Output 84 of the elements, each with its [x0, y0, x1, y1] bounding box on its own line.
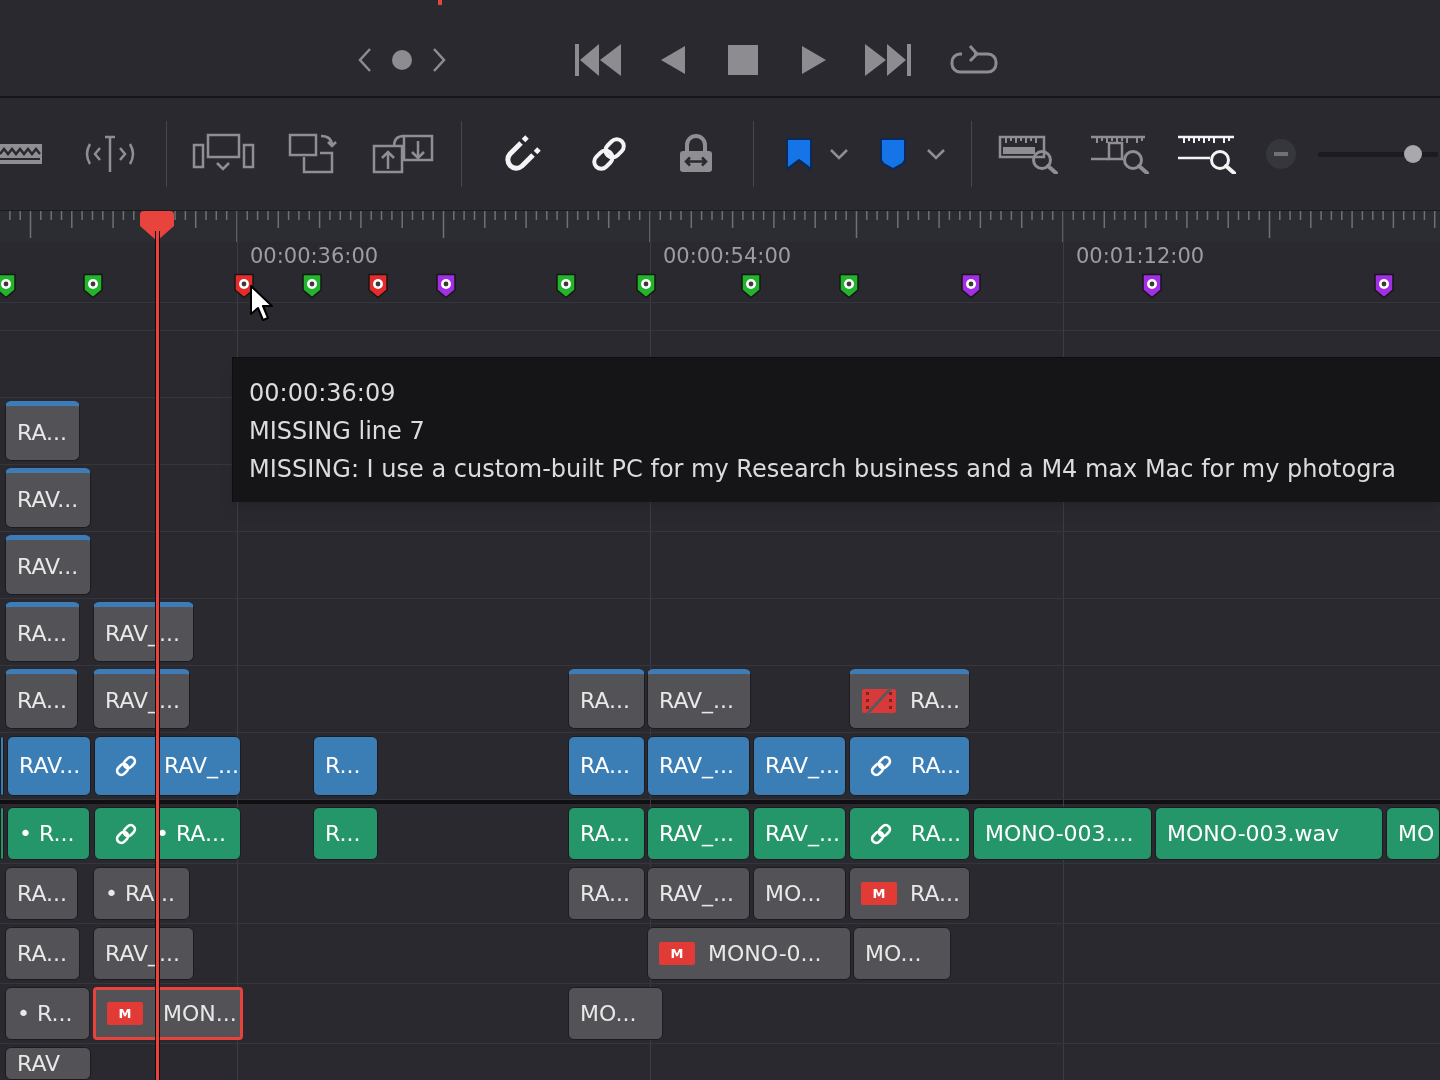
marker-icon[interactable] — [838, 273, 860, 299]
film-strip-icon[interactable] — [0, 141, 44, 167]
marker-icon[interactable] — [1373, 273, 1395, 299]
chevron-down-icon[interactable] — [926, 148, 946, 160]
audio-clip[interactable]: MO... — [853, 927, 951, 980]
audio-clip[interactable]: MO... — [568, 987, 663, 1040]
marker-icon[interactable] — [233, 273, 255, 299]
audio-clip[interactable]: RA... — [849, 807, 970, 860]
audio-clip[interactable]: RA... — [568, 867, 645, 920]
audio-clip[interactable]: MONO-003.... — [973, 807, 1152, 860]
playhead-handle[interactable] — [139, 211, 175, 242]
audio-clip[interactable]: RAV_... — [647, 807, 750, 860]
lock-icon[interactable] — [678, 134, 714, 174]
video-clip[interactable]: RAV... — [7, 736, 91, 796]
slider-thumb[interactable] — [1403, 144, 1422, 163]
video-clip[interactable]: RAV... — [5, 535, 91, 595]
audio-clip[interactable]: RA... — [568, 807, 645, 860]
video-clip[interactable]: RA... — [5, 401, 80, 461]
ruler-timecode: 00:01:12:00 — [1076, 243, 1205, 270]
marker-icon[interactable] — [301, 273, 323, 299]
marker-icon[interactable] — [82, 273, 104, 299]
marker-note: MISSING: I use a custom-built PC for my Research business and a M4 max Mac for my photogra — [249, 454, 1397, 485]
audio-clip[interactable]: M MONO-0... — [647, 927, 851, 980]
ruler-timecode: 00:00:54:00 — [663, 243, 792, 270]
audio-clip[interactable]: RAV_... — [753, 807, 846, 860]
marker-icon[interactable] — [555, 273, 577, 299]
play-icon[interactable] — [802, 46, 826, 74]
marker-icon[interactable] — [1141, 273, 1163, 299]
chevron-right-icon[interactable] — [431, 47, 447, 73]
skip-to-end-icon[interactable] — [865, 44, 911, 76]
video-clip[interactable]: RA... — [568, 736, 645, 796]
overwrite-clip-icon[interactable] — [288, 133, 340, 175]
audio-clip[interactable]: M RA... — [849, 867, 970, 920]
marker-icon[interactable] — [635, 273, 657, 299]
chevron-left-icon[interactable] — [357, 47, 373, 73]
play-reverse-icon[interactable] — [661, 46, 685, 74]
audio-clip[interactable]: • R... — [5, 987, 90, 1040]
audio-clip[interactable]: MONO-003.wav — [1155, 807, 1383, 860]
clip-badge: M — [861, 882, 897, 905]
ruler-timecode: 00:00:36:00 — [250, 243, 379, 270]
audio-clip[interactable]: • R... — [7, 807, 90, 860]
video-clip[interactable]: RA... — [849, 669, 970, 729]
audio-clip[interactable]: R... — [313, 807, 378, 860]
chevron-down-icon[interactable] — [829, 148, 849, 160]
audio-clip[interactable]: M MON... — [93, 987, 243, 1040]
audio-clip[interactable]: MO — [1386, 807, 1440, 860]
marker-name: MISSING line 7 — [249, 416, 426, 447]
skip-to-start-icon[interactable] — [575, 44, 621, 76]
audio-clip[interactable] — [0, 807, 4, 860]
clip-badge: M — [659, 942, 695, 965]
ruler-magnifier-icon[interactable] — [1176, 134, 1238, 174]
video-clip[interactable]: RAV_... — [94, 736, 241, 796]
dot-icon[interactable] — [392, 50, 412, 70]
video-clip[interactable]: RA... — [849, 736, 970, 796]
audio-clip[interactable]: RAV — [5, 1047, 91, 1080]
video-clip[interactable]: RAV_... — [753, 736, 846, 796]
video-clip[interactable]: RA... — [5, 602, 80, 662]
cursor-icon — [249, 284, 273, 322]
audio-clip[interactable]: RAV_... — [647, 867, 750, 920]
audio-clip[interactable]: RA... — [5, 867, 78, 920]
link-icon[interactable] — [589, 134, 629, 174]
replace-clip-icon[interactable] — [372, 132, 436, 176]
video-clip[interactable] — [0, 736, 4, 796]
marker-icon[interactable] — [960, 273, 982, 299]
video-clip[interactable]: RA... — [568, 669, 645, 729]
video-clip[interactable]: RA... — [5, 669, 78, 729]
marker-icon[interactable] — [0, 273, 17, 299]
audio-clip[interactable]: RA... — [5, 927, 80, 980]
loop-icon[interactable] — [950, 44, 998, 76]
clip-badge: M — [107, 1002, 143, 1025]
bookmark-flag-icon[interactable] — [785, 137, 813, 171]
marker-icon[interactable] — [367, 273, 389, 299]
minus-icon — [1274, 152, 1288, 156]
video-clip[interactable]: RAV... — [5, 468, 91, 528]
marker-icon[interactable] — [435, 273, 457, 299]
marker-shield-icon[interactable] — [879, 137, 907, 171]
scrubber-mark — [438, 0, 442, 5]
zoom-out-button[interactable] — [1266, 139, 1296, 169]
marker-icon[interactable] — [740, 273, 762, 299]
video-clip[interactable]: R... — [313, 736, 378, 796]
video-clip[interactable]: RAV_... — [647, 669, 751, 729]
video-clip[interactable]: RAV_... — [647, 736, 750, 796]
audio-clip[interactable]: MO... — [753, 867, 846, 920]
tooltip-timecode: 00:00:36:09 — [249, 378, 397, 409]
